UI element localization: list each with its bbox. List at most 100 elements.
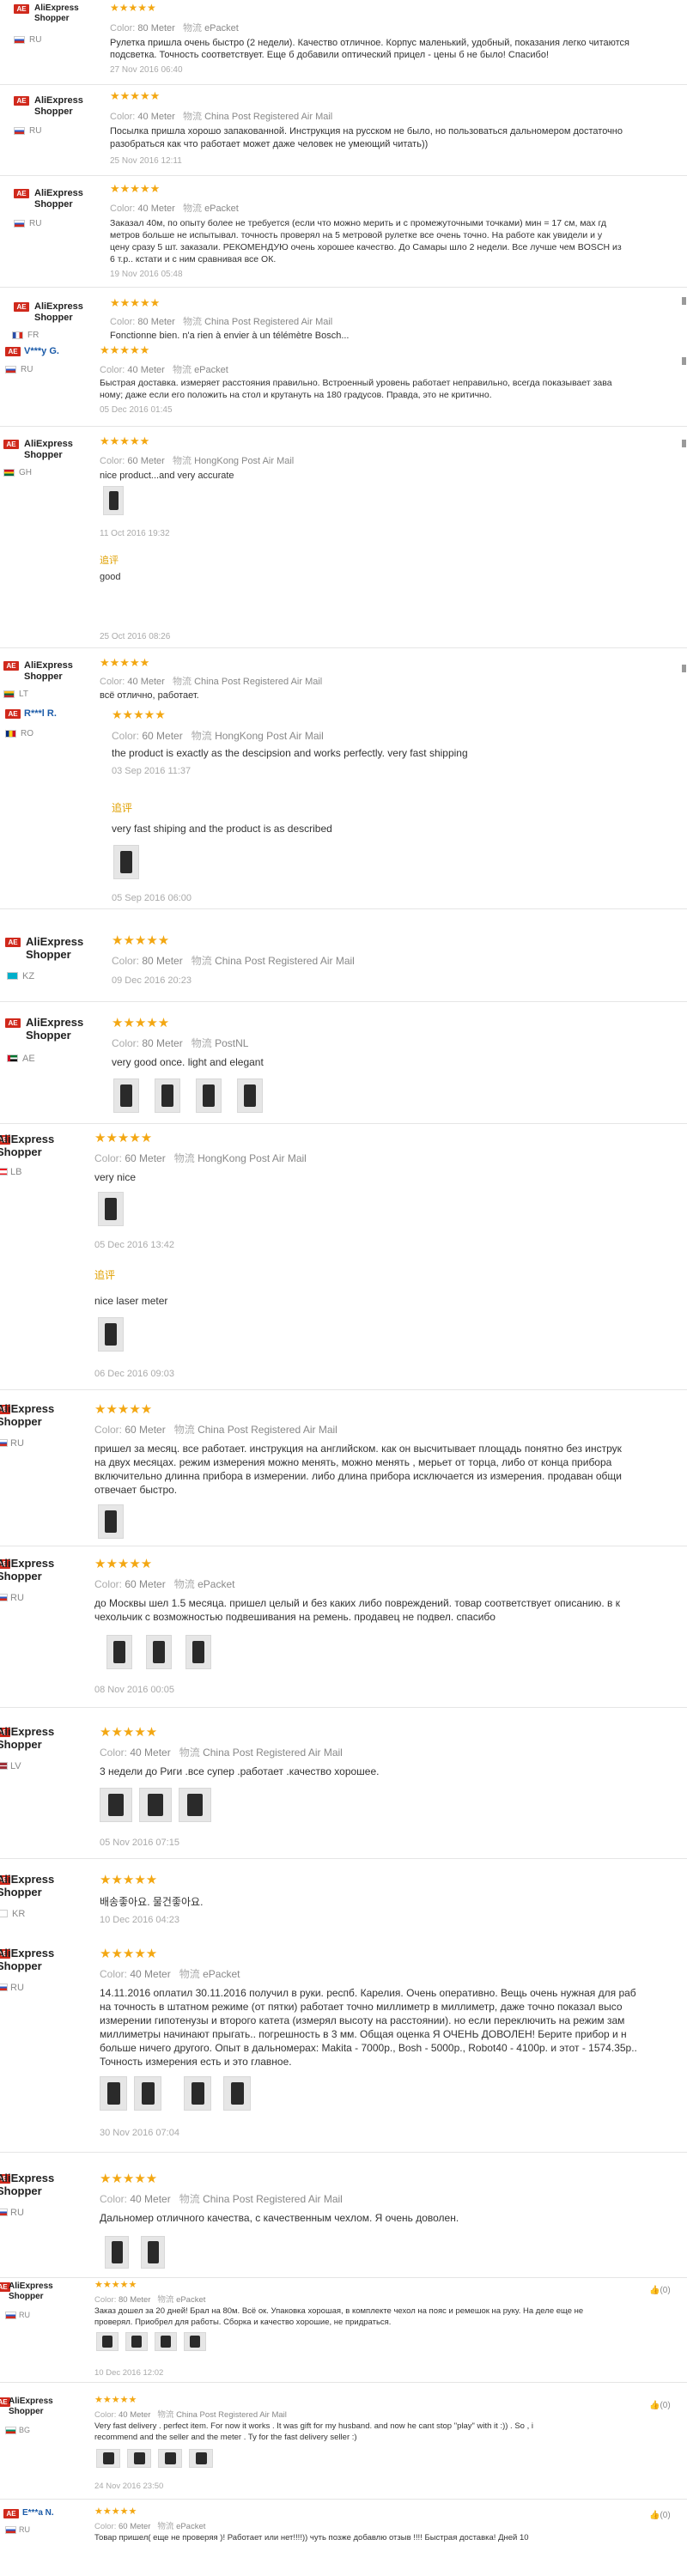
followup-date: 06 Dec 2016 09:03 <box>94 1369 174 1379</box>
review-item: AE R***l R. RO ★★★★★ Color: 60 Meter 物流 … <box>0 702 687 909</box>
user-name[interactable]: AliExpress Shopper <box>24 439 93 460</box>
user-name[interactable]: E***a N. <box>22 2508 54 2518</box>
helpful-button[interactable]: 👍(0) <box>649 2401 671 2410</box>
shipping-label: 物流 <box>183 204 202 214</box>
review-photo[interactable] <box>103 486 124 515</box>
helpful-button[interactable]: 👍(0) <box>649 2286 671 2295</box>
user-name[interactable]: AliExpress Shopper <box>0 1557 82 1583</box>
divider <box>0 1389 687 1390</box>
user-name[interactable]: AliExpress Shopper <box>0 1402 82 1429</box>
user-name[interactable]: AliExpress Shopper <box>26 1016 103 1042</box>
country-code: RU <box>19 2311 30 2319</box>
color-label: Color: <box>100 365 125 375</box>
scroll-marker[interactable] <box>682 440 686 447</box>
followup-date: 05 Sep 2016 06:00 <box>112 893 192 903</box>
review-photo[interactable] <box>146 1635 172 1669</box>
review-photo[interactable] <box>158 2449 182 2468</box>
user-name[interactable]: AliExpress Shopper <box>9 2281 86 2301</box>
review-photo[interactable] <box>223 2076 251 2111</box>
helpful-button[interactable]: 👍(0) <box>649 2511 671 2520</box>
review-photo[interactable] <box>100 1788 132 1822</box>
color-value: 80 Meter <box>137 23 175 33</box>
review-photo[interactable] <box>127 2449 151 2468</box>
country-code: LV <box>10 1761 21 1771</box>
user-name[interactable]: AliExpress Shopper <box>0 1947 82 1973</box>
review-photo[interactable] <box>184 2076 211 2111</box>
color-value: 80 Meter <box>142 1037 183 1049</box>
followup-text: nice laser meter <box>94 1295 168 1307</box>
review-photo[interactable] <box>139 1788 172 1822</box>
review-text: проверял. Приобрел для работы. Сборка и … <box>94 2318 392 2327</box>
review-photo[interactable] <box>105 2236 129 2269</box>
review-item: AE AliExpress Shopper RU ★★★★★ Color: 40… <box>0 86 687 176</box>
review-text: миллиметры начинают прыгать.. погрешност… <box>100 2028 627 2040</box>
color-value: 40 Meter <box>130 1968 171 1980</box>
color-value: 40 Meter <box>137 204 175 214</box>
flag-icon <box>0 2208 8 2216</box>
review-date: 10 Dec 2016 12:02 <box>94 2368 164 2378</box>
user-name[interactable]: AliExpress Shopper <box>24 660 93 682</box>
review-photo[interactable] <box>100 2076 127 2111</box>
review-text: nice product...and very accurate <box>100 471 234 481</box>
user-name[interactable]: AliExpress Shopper <box>34 3 94 23</box>
divider <box>0 84 687 85</box>
review-item: AE AliExpress Shopper BG ★★★★★ Color: 40… <box>0 2392 687 2500</box>
review-photo[interactable] <box>96 2332 119 2351</box>
review-date: 27 Nov 2016 06:40 <box>110 65 183 75</box>
user-name[interactable]: R***l R. <box>24 708 57 719</box>
review-photo[interactable] <box>134 2076 161 2111</box>
user-name[interactable]: AliExpress Shopper <box>0 2172 82 2198</box>
scroll-marker[interactable] <box>682 297 686 305</box>
user-name[interactable]: AliExpress Shopper <box>9 2397 86 2416</box>
review-photo[interactable] <box>185 1635 211 1669</box>
scroll-marker[interactable] <box>682 357 686 365</box>
color-value: 40 Meter <box>130 1747 171 1759</box>
review-photo[interactable] <box>179 1788 211 1822</box>
review-photo[interactable] <box>196 1078 222 1113</box>
user-avatar-badge: AE <box>5 1018 21 1028</box>
user-name[interactable]: AliExpress Shopper <box>34 301 94 323</box>
user-name[interactable]: AliExpress Shopper <box>0 1133 82 1159</box>
review-photo[interactable] <box>96 2449 120 2468</box>
divider <box>0 175 687 176</box>
user-name[interactable]: AliExpress Shopper <box>0 1725 82 1752</box>
user-name[interactable]: AliExpress Shopper <box>34 188 94 210</box>
scroll-marker[interactable] <box>682 665 686 672</box>
review-photo[interactable] <box>155 2332 177 2351</box>
shipping-label: 物流 <box>173 1424 195 1436</box>
review-text: пришел за месяц. все работает. инструкци… <box>94 1443 622 1455</box>
review-text: ному; даже если его положить на стол и к… <box>100 390 492 400</box>
user-name[interactable]: AliExpress Shopper <box>26 935 103 962</box>
color-label: Color: <box>110 23 136 33</box>
review-text: включительно длинна прибора в измерении.… <box>94 1470 622 1482</box>
shipping-value: China Post Registered Air Mail <box>203 2193 343 2205</box>
star-rating: ★★★★★ <box>100 1725 158 1740</box>
review-photo[interactable] <box>125 2332 148 2351</box>
shipping-label: 物流 <box>157 2295 174 2305</box>
order-info: Color: 60 Meter 物流 HongKong Post Air Mai… <box>100 453 294 467</box>
user-name[interactable]: AliExpress Shopper <box>34 95 94 117</box>
star-rating: ★★★★★ <box>100 1873 158 1887</box>
flag-icon <box>14 36 25 44</box>
review-photo[interactable] <box>98 1192 124 1226</box>
review-photo[interactable] <box>113 1078 139 1113</box>
review-photo[interactable] <box>106 1635 132 1669</box>
user-name[interactable]: V***y G. <box>24 346 59 356</box>
review-text: Посылка пришла хорошо запакованной. Инст… <box>110 126 623 137</box>
review-item: AE AliExpress Shopper RU ★★★★★ Color: 80… <box>0 2279 687 2385</box>
user-name[interactable]: AliExpress Shopper <box>0 1873 82 1899</box>
review-photo[interactable] <box>155 1078 180 1113</box>
review-photo[interactable] <box>98 1317 124 1352</box>
review-photo[interactable] <box>237 1078 263 1113</box>
flag-icon <box>5 366 16 374</box>
review-photo[interactable] <box>113 845 139 879</box>
user-avatar-badge: AE <box>3 2509 19 2518</box>
review-photo[interactable] <box>141 2236 165 2269</box>
review-photo[interactable] <box>98 1504 124 1539</box>
divider <box>0 2152 687 2153</box>
star-rating: ★★★★★ <box>100 2172 158 2186</box>
user-avatar-badge: AE <box>5 938 21 947</box>
divider <box>0 287 687 288</box>
review-photo[interactable] <box>184 2332 206 2351</box>
review-photo[interactable] <box>189 2449 213 2468</box>
